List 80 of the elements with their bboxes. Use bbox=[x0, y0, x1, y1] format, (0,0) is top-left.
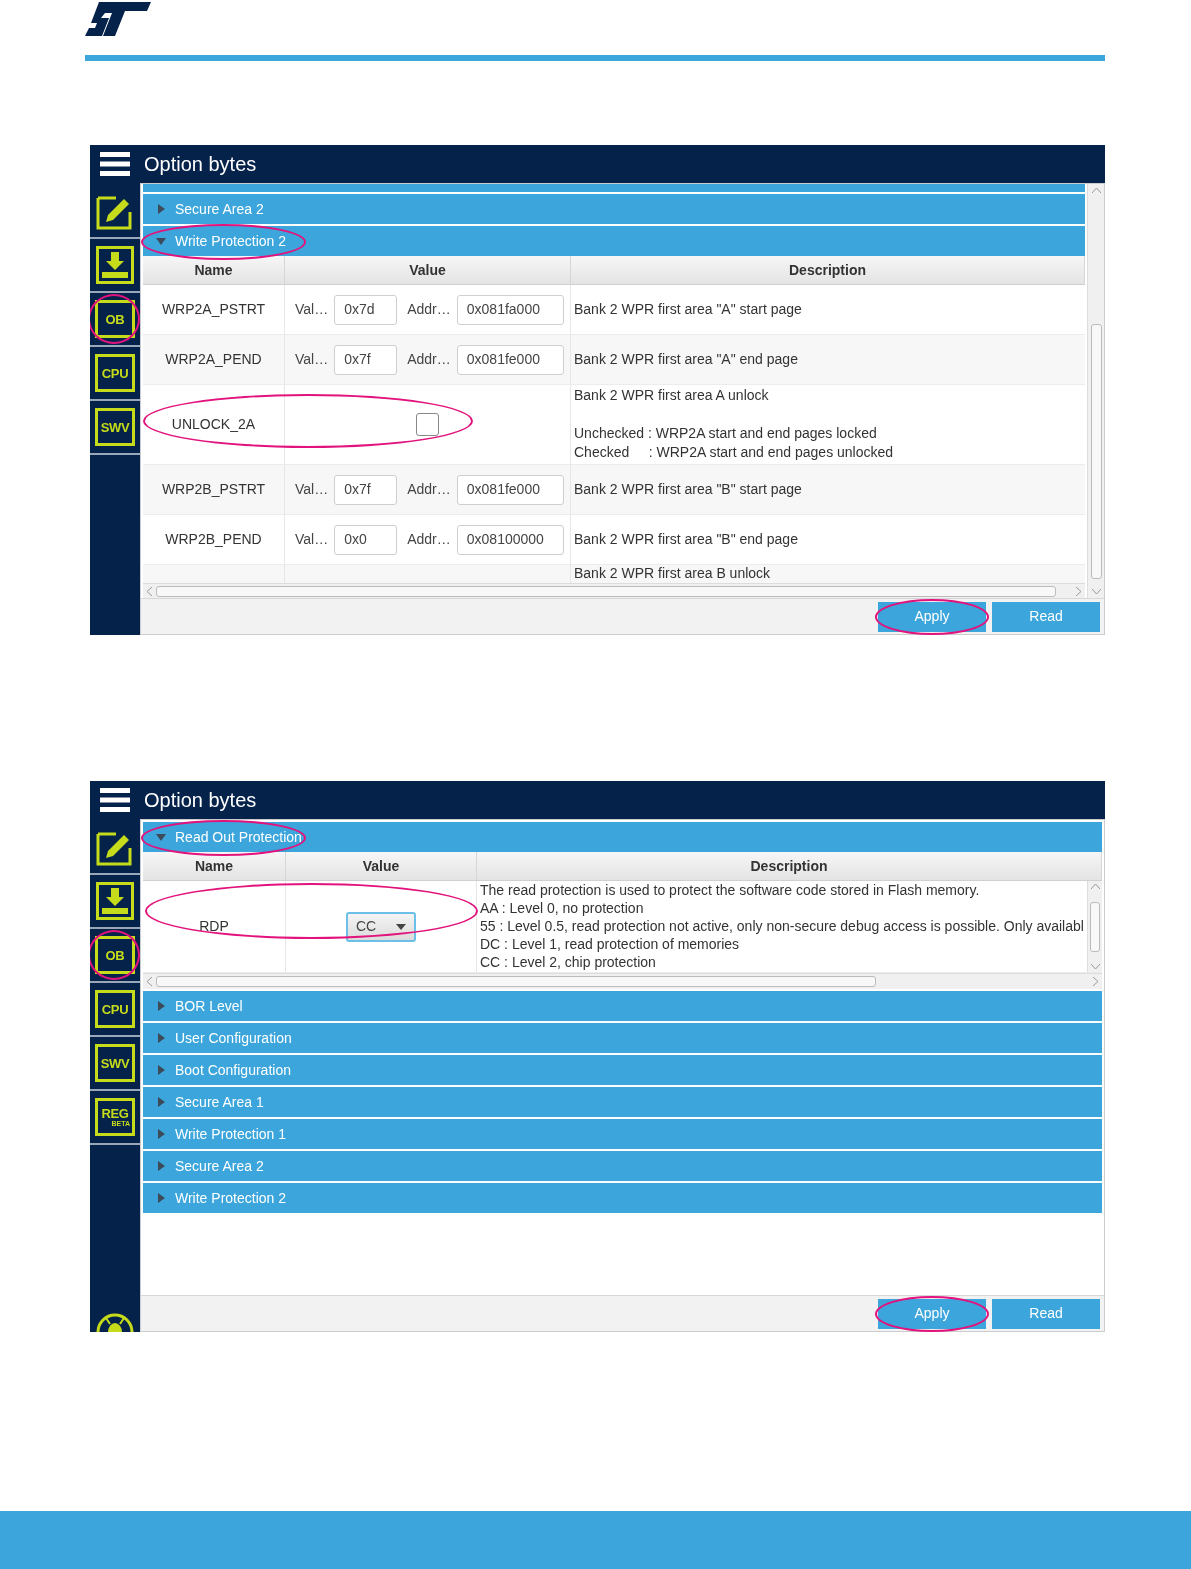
address-field[interactable]: 0x081fe000 bbox=[456, 344, 564, 375]
download-icon[interactable] bbox=[96, 246, 134, 284]
window-title: Option bytes bbox=[144, 152, 257, 177]
field-label: Val… bbox=[295, 530, 329, 549]
description-text: Bank 2 WPR first area "A" end page bbox=[574, 350, 798, 369]
description-text: AA : Level 0, no protection bbox=[480, 899, 645, 917]
scroll-down-icon[interactable] bbox=[1090, 964, 1100, 970]
field-label: Val… bbox=[295, 480, 329, 499]
window-title: Option bytes bbox=[144, 788, 257, 813]
description-text: Bank 2 WPR first area "B" start page bbox=[574, 480, 802, 499]
description-text: Bank 2 WPR first area "A" start page bbox=[574, 300, 802, 319]
expand-arrow-icon bbox=[156, 1001, 166, 1011]
scroll-down-icon[interactable] bbox=[1091, 589, 1101, 595]
sidebar-tool[interactable]: CPU bbox=[95, 990, 135, 1028]
caret-icon bbox=[396, 923, 406, 930]
expand-arrow-icon bbox=[156, 204, 166, 214]
column-header[interactable]: Description bbox=[571, 256, 1085, 284]
scroll-up-icon[interactable] bbox=[1091, 187, 1101, 193]
option-name: UNLOCK_2A bbox=[171, 415, 256, 434]
option-name: RDP bbox=[199, 917, 229, 936]
option-name: WRP2A_PSTRT bbox=[161, 300, 266, 319]
collapse-arrow-icon bbox=[156, 832, 166, 842]
description-text: Checked : WRP2A start and end pages unlocked bbox=[574, 443, 894, 462]
expand-arrow-icon bbox=[156, 1129, 166, 1139]
description-text: Unchecked : WRP2A start and end pages locked bbox=[574, 424, 878, 443]
column-header[interactable]: Name bbox=[143, 852, 286, 880]
description-text: Bank 2 WPR first area A unlock bbox=[574, 386, 770, 405]
horizontal-scrollbar[interactable] bbox=[143, 583, 1085, 598]
scroll-up-icon[interactable] bbox=[1090, 883, 1100, 889]
option-name: WRP2B_PSTRT bbox=[161, 480, 266, 499]
vertical-scrollbar[interactable] bbox=[1087, 881, 1102, 972]
value-field[interactable]: 0x7d bbox=[334, 294, 398, 325]
field-label: Val… bbox=[295, 350, 329, 369]
checkbox[interactable] bbox=[416, 413, 439, 436]
scroll-right-icon[interactable] bbox=[1076, 587, 1082, 596]
description-text: The read protection is used to protect the software code stored in Flash memory. bbox=[480, 881, 981, 899]
field-label: Addr… bbox=[407, 350, 451, 369]
field-label: Addr… bbox=[407, 480, 451, 499]
logo-icon bbox=[85, 0, 151, 37]
horizontal-scrollbar[interactable] bbox=[143, 973, 1102, 989]
expand-arrow-icon bbox=[156, 1193, 166, 1203]
address-field[interactable]: 0x081fa000 bbox=[456, 294, 564, 325]
menu-icon[interactable] bbox=[100, 788, 130, 812]
menu-icon[interactable] bbox=[100, 152, 130, 176]
download-icon[interactable] bbox=[96, 882, 134, 920]
expand-arrow-icon bbox=[156, 1033, 166, 1043]
column-header[interactable]: Value bbox=[285, 256, 571, 284]
expand-arrow-icon bbox=[156, 1097, 166, 1107]
vertical-scrollbar[interactable] bbox=[1087, 184, 1104, 598]
field-label: Val… bbox=[295, 300, 329, 319]
rdp-dropdown[interactable]: CC bbox=[346, 911, 416, 942]
address-field[interactable]: 0x081fe000 bbox=[456, 474, 564, 505]
description-text: Bank 2 WPR first area "B" end page bbox=[574, 530, 798, 549]
expand-arrow-icon bbox=[156, 1161, 166, 1171]
description-text: Bank 2 WPR first area B unlock bbox=[574, 564, 771, 583]
field-label: Addr… bbox=[407, 300, 451, 319]
option-name: WRP2A_PEND bbox=[165, 350, 262, 369]
field-label: Addr… bbox=[407, 530, 451, 549]
collapse-arrow-icon bbox=[156, 236, 166, 246]
sidebar-tool[interactable]: OB bbox=[95, 936, 135, 974]
scroll-right-icon[interactable] bbox=[1093, 977, 1099, 986]
column-header[interactable]: Description bbox=[477, 852, 1102, 880]
sidebar-tool[interactable]: SWV bbox=[95, 1044, 135, 1082]
description-text: 55 : Level 0.5, read protection not active, only non-secure debug access is possible. Only availabl bbox=[480, 917, 1084, 935]
value-field[interactable]: 0x7f bbox=[334, 344, 398, 375]
sidebar-tool[interactable]: SWV bbox=[95, 408, 135, 446]
column-header[interactable]: Value bbox=[286, 852, 477, 880]
address-field[interactable]: 0x08100000 bbox=[456, 524, 564, 555]
description-text: DC : Level 1, read protection of memories bbox=[480, 935, 741, 953]
scroll-left-icon[interactable] bbox=[146, 587, 152, 596]
sidebar-tool[interactable]: OB bbox=[95, 300, 135, 338]
value-field[interactable]: 0x7f bbox=[334, 474, 398, 505]
sidebar-tool[interactable]: CPU bbox=[95, 354, 135, 392]
description-text: CC : Level 2, chip protection bbox=[480, 953, 657, 971]
bug-icon[interactable] bbox=[96, 1312, 134, 1332]
value-field[interactable]: 0x0 bbox=[334, 524, 398, 555]
option-name: WRP2B_PEND bbox=[165, 530, 262, 549]
expand-arrow-icon bbox=[156, 1065, 166, 1075]
scroll-left-icon[interactable] bbox=[146, 977, 152, 986]
column-header[interactable]: Name bbox=[143, 256, 285, 284]
